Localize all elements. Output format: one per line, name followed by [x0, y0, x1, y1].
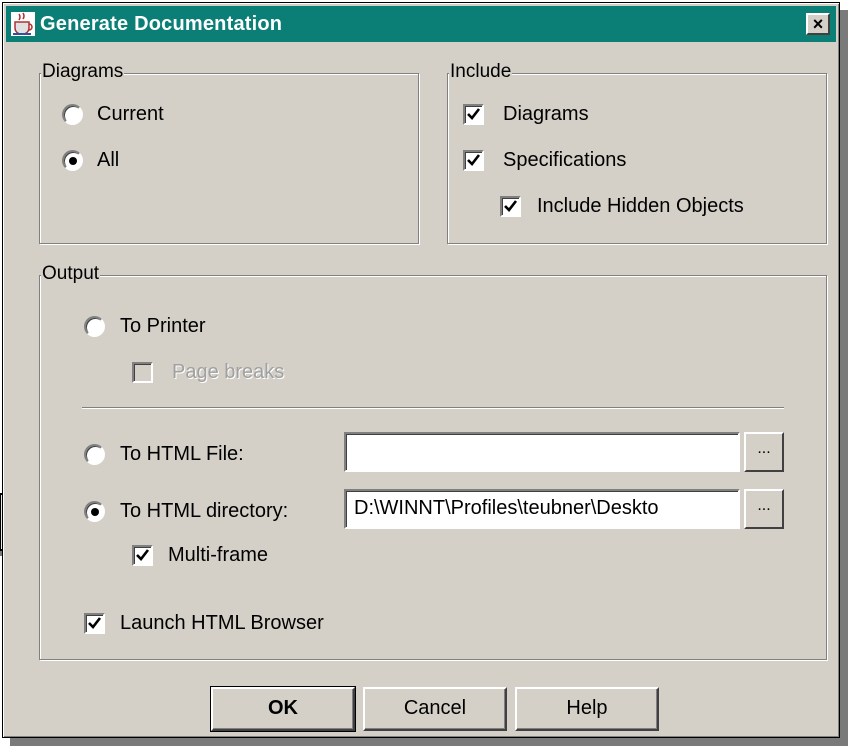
ok-button[interactable]: OK — [210, 686, 356, 732]
to-html-directory-label[interactable]: To HTML directory: — [120, 500, 288, 523]
checkbox-specifications[interactable] — [463, 150, 484, 171]
multi-frame-label[interactable]: Multi-frame — [168, 544, 268, 567]
checkbox-launch-html-browser[interactable] — [84, 613, 105, 634]
checkbox-multi-frame[interactable] — [132, 545, 153, 566]
specifications-label[interactable]: Specifications — [503, 149, 626, 172]
include-diagrams-label[interactable]: Diagrams — [503, 103, 589, 126]
html-directory-input[interactable]: D:\WINNT\Profiles\teubner\Deskto — [344, 489, 740, 529]
diagrams-group: Diagrams Current All — [39, 61, 419, 244]
output-group: Output To Printer Page breaks To HTML Fi… — [39, 263, 827, 660]
checkbox-include-diagrams[interactable] — [463, 104, 484, 125]
include-hidden-objects-label[interactable]: Include Hidden Objects — [537, 195, 744, 218]
generate-documentation-dialog: Generate Documentation × Diagrams Curren… — [2, 2, 840, 738]
page-breaks-label: Page breaks — [172, 361, 285, 383]
html-file-input[interactable] — [344, 432, 740, 472]
diagrams-group-legend: Diagrams — [41, 61, 125, 83]
include-group: Include Diagrams Specifications Include … — [447, 61, 827, 244]
window-title: Generate Documentation — [40, 13, 283, 35]
radio-to-html-file[interactable] — [84, 444, 105, 465]
html-file-browse-button[interactable]: ... — [744, 432, 784, 472]
to-html-file-label[interactable]: To HTML File: — [120, 443, 244, 466]
launch-html-browser-label[interactable]: Launch HTML Browser — [120, 612, 324, 635]
radio-to-printer[interactable] — [84, 316, 105, 337]
radio-all[interactable] — [62, 150, 83, 171]
radio-to-html-directory[interactable] — [84, 501, 105, 522]
radio-all-label[interactable]: All — [97, 149, 119, 172]
radio-current[interactable] — [62, 104, 83, 125]
checkbox-page-breaks[interactable] — [132, 362, 153, 383]
title-bar[interactable]: Generate Documentation × — [6, 6, 836, 42]
radio-current-label[interactable]: Current — [97, 103, 164, 126]
output-separator — [82, 407, 784, 409]
html-directory-browse-button[interactable]: ... — [744, 489, 784, 529]
to-printer-label[interactable]: To Printer — [120, 315, 206, 338]
output-group-legend: Output — [41, 263, 101, 285]
checkbox-include-hidden-objects[interactable] — [500, 196, 521, 217]
java-cup-icon — [11, 12, 35, 36]
include-group-legend: Include — [449, 61, 513, 83]
cancel-button[interactable]: Cancel — [363, 687, 507, 731]
close-button[interactable]: × — [806, 13, 830, 35]
close-icon: × — [812, 14, 824, 34]
help-button[interactable]: Help — [515, 687, 659, 731]
